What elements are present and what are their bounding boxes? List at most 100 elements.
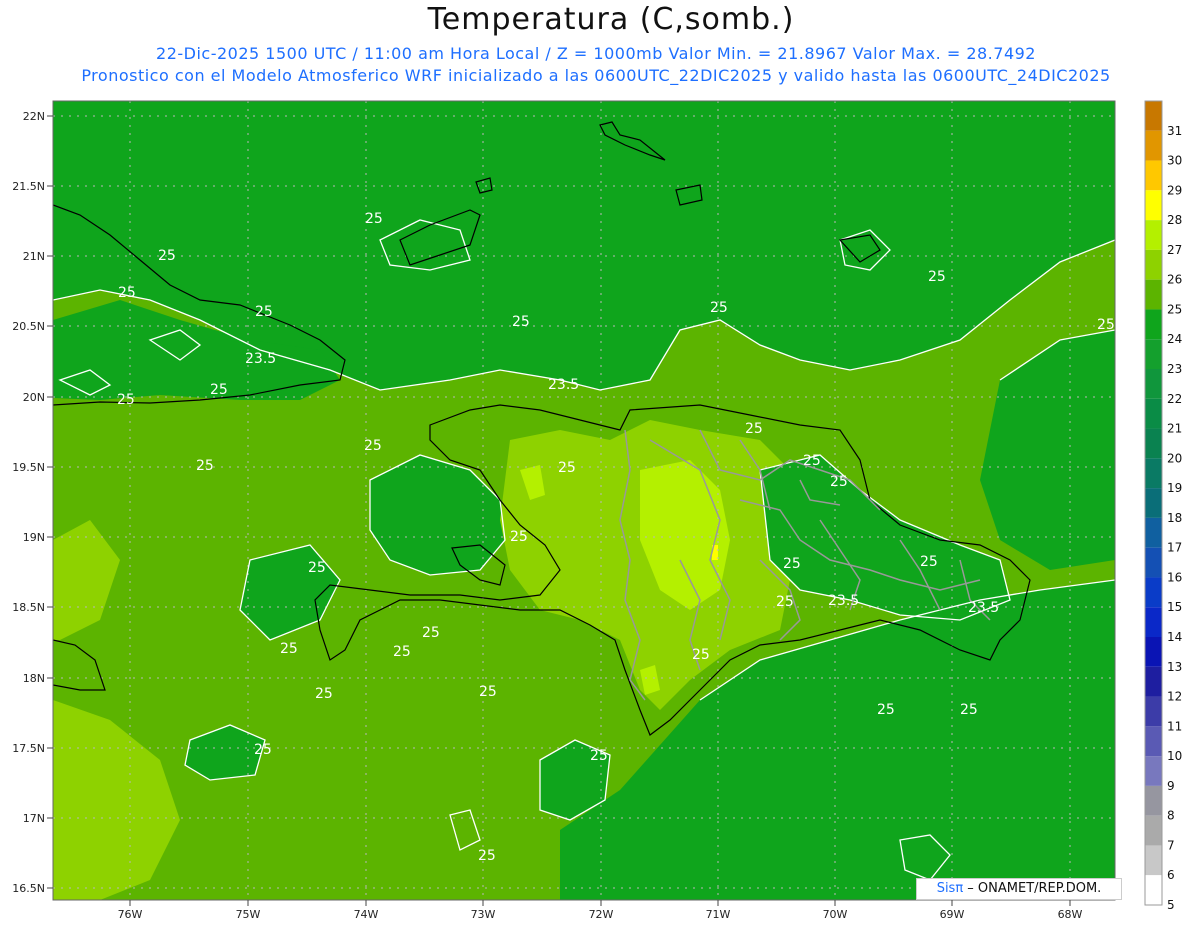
contour-label: 25 (117, 392, 135, 408)
colorbar-swatch (1145, 845, 1162, 876)
colorbar-label: 25 (1167, 302, 1182, 316)
colorbar-swatch (1145, 398, 1162, 429)
temperature-map: 22N 21.5N 21N 20.5N 20N 19.5N 19N 18.5N … (12, 100, 1182, 921)
colorbar-label: 14 (1167, 630, 1182, 644)
colorbar-label: 7 (1167, 838, 1175, 852)
colorbar-swatch (1145, 309, 1162, 340)
colorbar-label: 6 (1167, 868, 1175, 882)
contour-label: 25 (479, 684, 497, 700)
sispi-logo: Sisπ (936, 881, 964, 896)
colorbar-swatch (1145, 517, 1162, 548)
lat-label: 21.5N (12, 180, 45, 193)
lon-label: 71W (706, 908, 731, 921)
contour-label: 25 (255, 304, 273, 320)
contour-label: 25 (393, 644, 411, 660)
colorbar-swatch (1145, 666, 1162, 697)
lat-label: 17N (23, 812, 45, 825)
contour-label: 25 (254, 742, 272, 758)
lon-label: 76W (118, 908, 143, 921)
colorbar-label: 16 (1167, 570, 1182, 584)
contour-label: 25 (776, 594, 794, 610)
contour-label: 25 (280, 641, 298, 657)
colorbar-label: 24 (1167, 332, 1182, 346)
colorbar-swatch (1145, 279, 1162, 310)
contour-label: 23.5 (828, 593, 859, 609)
colorbar-label: 29 (1167, 183, 1182, 197)
lat-label: 19N (23, 531, 45, 544)
lat-label: 20N (23, 391, 45, 404)
contour-label: 25 (558, 460, 576, 476)
lat-label: 17.5N (12, 742, 45, 755)
latitude-labels: 22N 21.5N 21N 20.5N 20N 19.5N 19N 18.5N … (12, 110, 45, 895)
lat-label: 20.5N (12, 320, 45, 333)
lon-label: 70W (823, 908, 848, 921)
contour-label: 23.5 (968, 600, 999, 616)
colorbar-swatch (1145, 101, 1162, 131)
contour-label: 23.5 (245, 351, 276, 367)
contour-label: 25 (830, 474, 848, 490)
colorbar-label: 12 (1167, 690, 1182, 704)
contour-label: 23.5 (548, 377, 579, 393)
contour-label: 25 (158, 248, 176, 264)
colorbar-swatch (1145, 249, 1162, 280)
contour-label: 25 (783, 556, 801, 572)
colorbar-label: 15 (1167, 600, 1182, 614)
contour-label: 25 (928, 269, 946, 285)
colorbar-label: 13 (1167, 660, 1182, 674)
lat-label: 18N (23, 672, 45, 685)
colorbar-swatch (1145, 756, 1162, 786)
colorbar-swatch (1145, 637, 1162, 667)
contour-label: 25 (512, 314, 530, 330)
contour-label: 25 (118, 285, 136, 301)
contour-label: 25 (590, 748, 608, 764)
colorbar-label: 27 (1167, 243, 1182, 257)
contour-label: 25 (877, 702, 895, 718)
colorbar-label: 11 (1167, 719, 1182, 733)
colorbar-label: 10 (1167, 749, 1182, 763)
lat-label: 18.5N (12, 601, 45, 614)
colorbar-swatch (1145, 488, 1162, 518)
lon-label: 72W (589, 908, 614, 921)
lon-label: 74W (354, 908, 379, 921)
contour-label: 25 (692, 647, 710, 663)
colorbar-label: 5 (1167, 898, 1175, 912)
contour-label: 25 (745, 421, 763, 437)
colorbar-label: 8 (1167, 809, 1175, 823)
colorbar-swatch (1145, 785, 1162, 816)
contour-label: 25 (920, 554, 938, 570)
colorbar-label: 28 (1167, 213, 1182, 227)
colorbar-label: 20 (1167, 451, 1182, 465)
colorbar-label: 18 (1167, 511, 1182, 525)
colorbar-swatch (1145, 190, 1162, 221)
credit-box: Sisπ – ONAMET/REP.DOM. (916, 878, 1122, 900)
colorbar-swatch (1145, 815, 1162, 846)
colorbar-swatch (1145, 607, 1162, 637)
colorbar-label: 22 (1167, 392, 1182, 406)
colorbar-swatch (1145, 160, 1162, 191)
credit-text: – ONAMET/REP.DOM. (963, 881, 1102, 896)
colorbar-label: 31 (1167, 124, 1182, 138)
colorbar-swatch (1145, 875, 1162, 905)
contour-label: 25 (803, 453, 821, 469)
colorbar-swatch (1145, 458, 1162, 489)
lat-label: 21N (23, 250, 45, 263)
contour-label: 25 (710, 300, 728, 316)
colorbar-swatch (1145, 369, 1162, 399)
colorbar-label: 9 (1167, 779, 1175, 793)
contour-label: 25 (478, 848, 496, 864)
lon-label: 73W (471, 908, 496, 921)
lat-label: 22N (23, 110, 45, 123)
lat-label: 16.5N (12, 882, 45, 895)
lon-label: 75W (236, 908, 261, 921)
colorbar: 31 30 29 28 27 26 25 24 23 22 21 20 19 18 17 16 15 14 13 12… (1144, 100, 1182, 912)
lat-label: 19.5N (12, 461, 45, 474)
contour-label: 25 (422, 625, 440, 641)
colorbar-swatch (1145, 130, 1162, 161)
colorbar-swatch (1145, 577, 1162, 608)
contour-label: 25 (210, 382, 228, 398)
colorbar-swatch (1145, 726, 1162, 757)
contour-label: 25 (1097, 317, 1115, 333)
lon-label: 68W (1058, 908, 1083, 921)
colorbar-label: 17 (1167, 541, 1182, 555)
contour-label: 25 (510, 529, 528, 545)
